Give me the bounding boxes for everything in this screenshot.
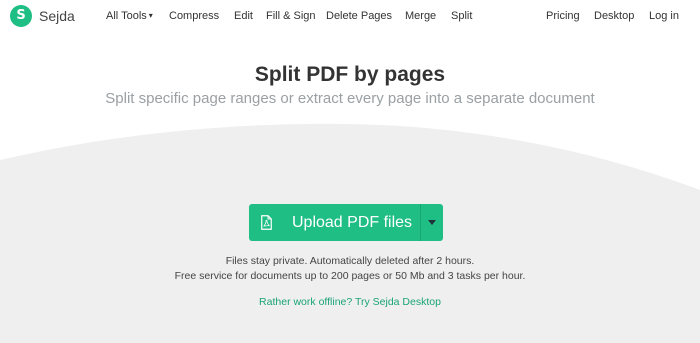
- nav-pricing[interactable]: Pricing: [546, 10, 580, 22]
- sejda-logo-mark: S: [10, 5, 32, 27]
- nav-all-tools[interactable]: All Tools ▾: [106, 10, 153, 22]
- nav-merge[interactable]: Merge: [405, 10, 436, 22]
- nav-desktop[interactable]: Desktop: [594, 10, 634, 22]
- pdf-file-icon: [261, 215, 272, 230]
- page-subtitle: Split specific page ranges or extract ev…: [105, 90, 595, 107]
- page-title: Split PDF by pages: [254, 63, 446, 86]
- nav-split[interactable]: Split: [451, 10, 472, 22]
- limits-note: Free service for documents up to 200 pag…: [174, 270, 526, 282]
- desktop-offline-link[interactable]: Rather work offline? Try Sejda Desktop: [0, 296, 700, 308]
- upload-button-label: Upload PDF files: [292, 214, 413, 231]
- nav-fill-sign[interactable]: Fill & Sign: [266, 10, 316, 22]
- chevron-down-icon: ▾: [148, 11, 153, 20]
- privacy-note: Files stay private. Automatically delete…: [225, 255, 475, 267]
- caret-down-icon: [428, 220, 436, 225]
- sejda-logo[interactable]: S Sejda: [10, 5, 75, 27]
- nav-edit[interactable]: Edit: [234, 10, 253, 22]
- upload-pdf-button[interactable]: Upload PDF files: [249, 204, 443, 241]
- top-navbar: S Sejda All Tools ▾ Compress Edit Fill & …: [0, 0, 700, 32]
- nav-all-tools-label: All Tools: [106, 10, 147, 22]
- upload-options-dropdown[interactable]: [421, 204, 443, 241]
- nav-compress[interactable]: Compress: [169, 10, 219, 22]
- nav-login[interactable]: Log in: [649, 10, 679, 22]
- sejda-logo-text: Sejda: [39, 8, 75, 24]
- nav-delete-pages[interactable]: Delete Pages: [326, 10, 392, 22]
